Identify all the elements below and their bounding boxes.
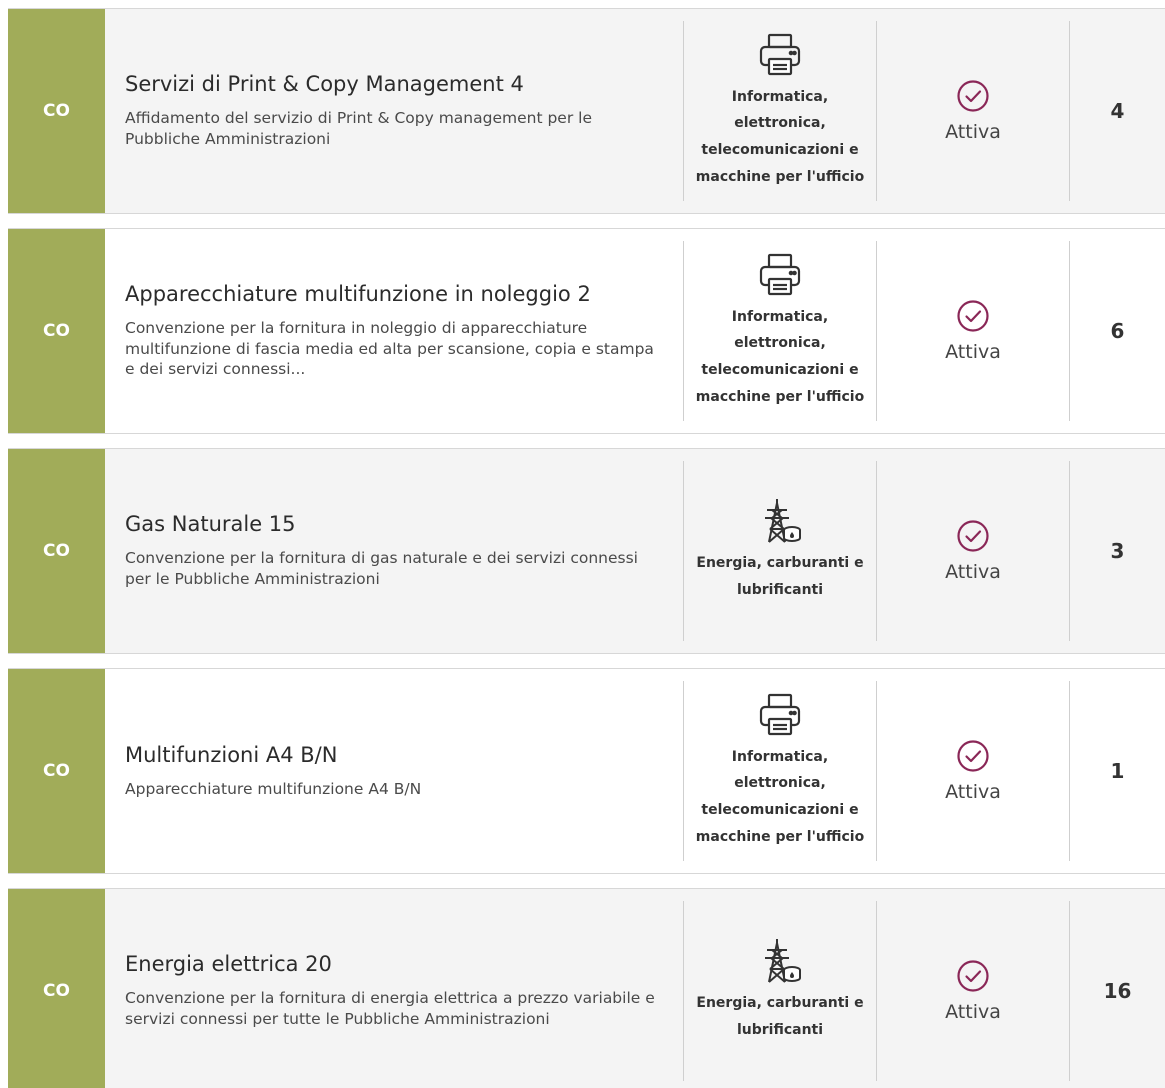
item-status: Attiva [877, 229, 1069, 433]
item-count: 4 [1110, 99, 1125, 123]
item-category: Informatica, elettronica, telecomunicazi… [684, 229, 876, 433]
type-tag: CO [8, 229, 105, 433]
category-label: Informatica, elettronica, telecomunicazi… [695, 88, 865, 185]
list-item[interactable]: CO Multifunzioni A4 B/N Apparecchiature … [8, 668, 1165, 874]
type-tag: CO [8, 449, 105, 653]
item-category: Energia, carburanti e lubrificanti [684, 889, 876, 1088]
item-info: Gas Naturale 15 Convenzione per la forni… [105, 449, 683, 653]
item-category: Energia, carburanti e lubrificanti [684, 449, 876, 653]
energy-tower-icon [757, 498, 803, 544]
category-label: Energia, carburanti e lubrificanti [696, 555, 864, 598]
category-label: Informatica, elettronica, telecomunicazi… [695, 748, 865, 845]
check-circle-icon [956, 959, 990, 993]
item-count: 1 [1110, 759, 1125, 783]
printer-icon [757, 252, 803, 298]
status-label: Attiva [945, 121, 1001, 143]
check-circle-icon [956, 739, 990, 773]
item-category: Informatica, elettronica, telecomunicazi… [684, 9, 876, 213]
type-tag: CO [8, 889, 105, 1088]
status-label: Attiva [945, 781, 1001, 803]
item-status: Attiva [877, 449, 1069, 653]
item-count: 6 [1110, 319, 1125, 343]
item-description: Convenzione per la fornitura di gas natu… [125, 549, 638, 588]
convention-list: CO Servizi di Print & Copy Management 4 … [0, 0, 1165, 1088]
item-status: Attiva [877, 669, 1069, 873]
item-status: Attiva [877, 9, 1069, 213]
item-status: Attiva [877, 889, 1069, 1088]
list-item[interactable]: CO Energia elettrica 20 Convenzione per … [8, 888, 1165, 1088]
list-item[interactable]: CO Apparecchiature multifunzione in nole… [8, 228, 1165, 434]
category-label: Informatica, elettronica, telecomunicazi… [695, 308, 865, 405]
printer-icon [757, 692, 803, 738]
status-label: Attiva [945, 561, 1001, 583]
check-circle-icon [956, 79, 990, 113]
energy-tower-icon [757, 938, 803, 984]
printer-icon [757, 32, 803, 78]
check-circle-icon [956, 519, 990, 553]
item-info: Apparecchiature multifunzione in noleggi… [105, 229, 683, 433]
item-title[interactable]: Servizi di Print & Copy Management 4 [125, 72, 663, 96]
item-title[interactable]: Gas Naturale 15 [125, 512, 663, 536]
status-label: Attiva [945, 341, 1001, 363]
item-info: Servizi di Print & Copy Management 4 Aff… [105, 9, 683, 213]
item-description: Convenzione per la fornitura di energia … [125, 989, 655, 1028]
type-tag: CO [8, 9, 105, 213]
list-item[interactable]: CO Gas Naturale 15 Convenzione per la fo… [8, 448, 1165, 654]
item-info: Multifunzioni A4 B/N Apparecchiature mul… [105, 669, 683, 873]
item-title[interactable]: Energia elettrica 20 [125, 952, 663, 976]
item-description: Apparecchiature multifunzione A4 B/N [125, 779, 422, 798]
item-description: Affidamento del servizio di Print & Copy… [125, 109, 592, 148]
status-label: Attiva [945, 1001, 1001, 1023]
item-description: Convenzione per la fornitura in noleggio… [125, 318, 654, 379]
item-title[interactable]: Multifunzioni A4 B/N [125, 743, 663, 767]
type-tag: CO [8, 669, 105, 873]
category-label: Energia, carburanti e lubrificanti [696, 995, 864, 1038]
item-info: Energia elettrica 20 Convenzione per la … [105, 889, 683, 1088]
list-item[interactable]: CO Servizi di Print & Copy Management 4 … [8, 8, 1165, 214]
item-count: 16 [1103, 979, 1132, 1003]
item-count: 3 [1110, 539, 1125, 563]
item-category: Informatica, elettronica, telecomunicazi… [684, 669, 876, 873]
item-title[interactable]: Apparecchiature multifunzione in noleggi… [125, 282, 663, 306]
check-circle-icon [956, 299, 990, 333]
